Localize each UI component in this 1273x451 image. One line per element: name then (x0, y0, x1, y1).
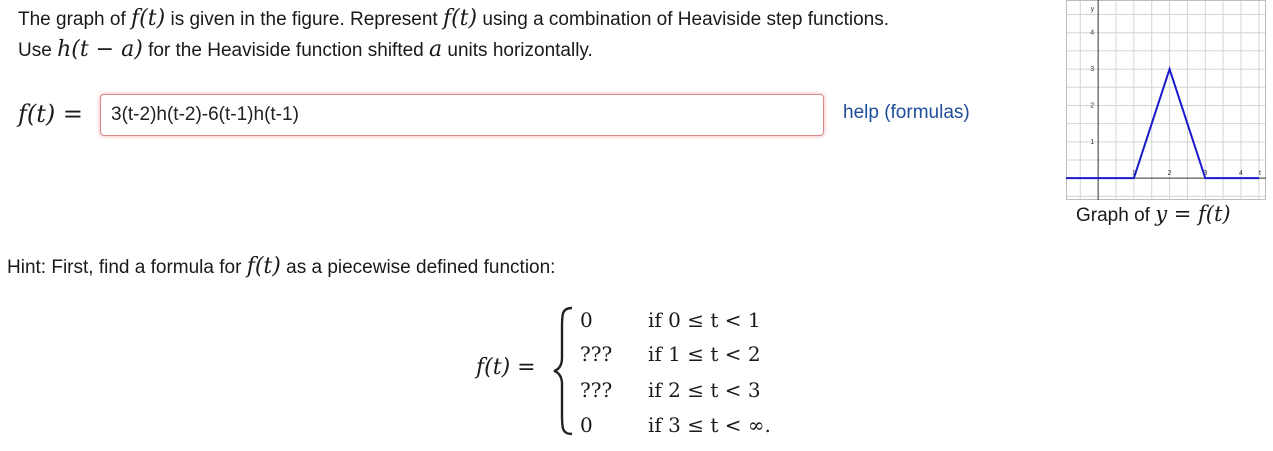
problem-line-1: The graph of f(t) is given in the figure… (18, 4, 1018, 35)
y-tick-label: 2 (1090, 102, 1094, 109)
problem-h-expr: h(t − a) (57, 37, 143, 62)
piecewise-condition-2: if 1 ≤ t < 2 (648, 342, 761, 366)
problem-f-t-2: f(t) (442, 6, 478, 31)
answer-input[interactable] (100, 94, 824, 136)
hint-text-2: as a piecewise defined function: (280, 257, 556, 278)
piecewise-value-1: 0 (580, 308, 593, 332)
problem-text-6: units horizontally. (442, 40, 593, 61)
graph-axes (1066, 0, 1266, 200)
problem-line-2: Use h(t − a) for the Heaviside function … (18, 35, 1018, 66)
problem-text-4: Use (18, 40, 58, 61)
y-tick-label: 3 (1090, 66, 1094, 73)
problem-text-1: The graph of (18, 9, 132, 30)
graph-caption-math: y = f(t) (1155, 202, 1231, 226)
piecewise-condition-1: if 0 ≤ t < 1 (648, 308, 761, 332)
hint-text: Hint: First, find a formula for f(t) as … (7, 254, 555, 279)
piecewise-value-2: ??? (580, 342, 613, 366)
hint-f-t: f(t) (246, 254, 281, 279)
piecewise-value-4: 0 (580, 413, 593, 437)
y-tick-label: 1 (1090, 139, 1094, 146)
graph-caption: Graph of y = f(t) (1076, 202, 1231, 227)
problem-f-t: f(t) (131, 6, 166, 31)
answer-label: f(t) = (18, 100, 83, 128)
x-axis-label: t (1259, 170, 1261, 177)
y-axis-label: y (1091, 6, 1095, 13)
problem-a-var: a (429, 37, 443, 62)
problem-statement: The graph of f(t) is given in the figure… (18, 4, 1018, 66)
piecewise-lhs: f(t) = (476, 355, 536, 380)
hint-text-1: Hint: First, find a formula for (7, 257, 247, 278)
graph-grid (1066, 0, 1266, 200)
piecewise-condition-4: if 3 ≤ t < ∞. (648, 413, 771, 437)
graph-caption-text: Graph of (1076, 205, 1156, 226)
problem-text-3: using a combination of Heaviside step fu… (477, 9, 890, 30)
problem-text-5: for the Heaviside function shifted (142, 40, 430, 61)
y-tick-label: 4 (1090, 30, 1094, 37)
x-tick-label: 2 (1168, 170, 1172, 177)
piecewise-value-3: ??? (580, 378, 613, 402)
help-formulas-link[interactable]: help (formulas) (843, 102, 970, 124)
answer-row: f(t) = help (formulas) (18, 94, 1018, 138)
graph-figure: 1 2 3 41234ty (1066, 0, 1266, 200)
graph-border (1066, 0, 1266, 200)
piecewise-condition-3: if 2 ≤ t < 3 (648, 378, 761, 402)
x-tick-label: 4 (1239, 170, 1243, 177)
left-brace-icon (553, 306, 573, 436)
problem-text-2: is given in the figure. Represent (165, 9, 443, 30)
